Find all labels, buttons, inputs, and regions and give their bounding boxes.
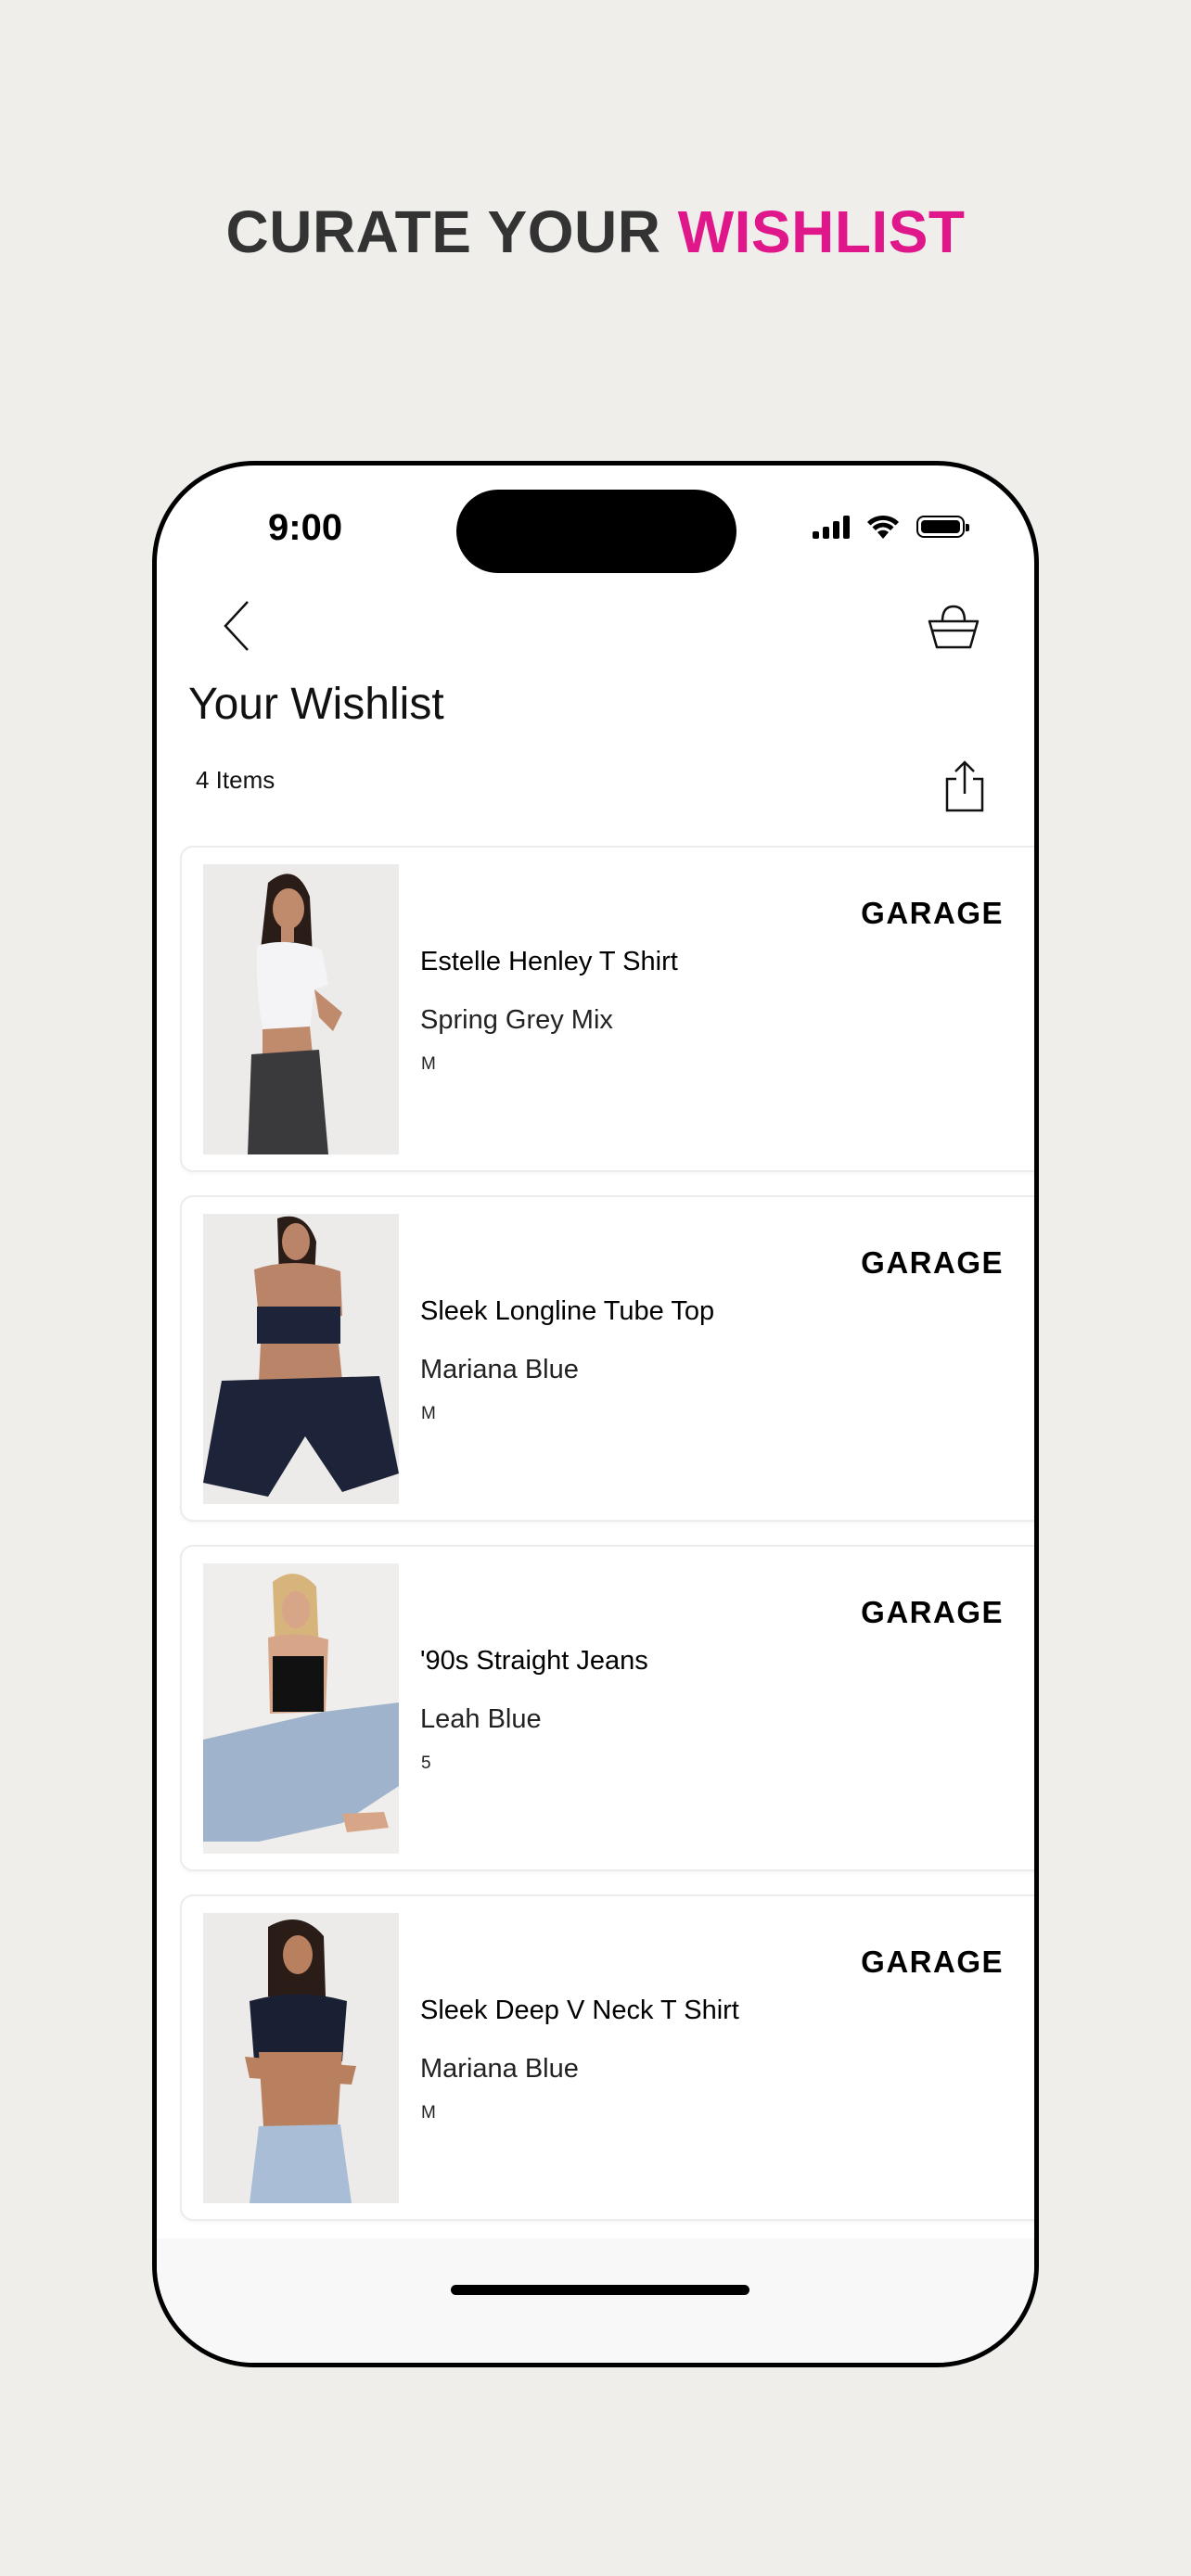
product-color: Spring Grey Mix [420,1005,613,1035]
shopping-bag-button[interactable] [926,603,981,651]
chevron-left-icon [224,601,249,651]
product-name: Sleek Deep V Neck T Shirt [420,1996,739,2025]
wishlist-item[interactable]: GARAGE Estelle Henley T Shirt Spring Gre… [180,846,1034,1172]
product-color: Mariana Blue [420,1355,579,1384]
dynamic-island [456,490,736,573]
share-button[interactable] [943,759,986,814]
wishlist-item[interactable]: GARAGE Sleek Deep V Neck T Shirt Mariana… [180,1894,1034,2221]
wifi-icon [867,515,899,539]
home-indicator[interactable] [451,2285,749,2295]
share-icon [945,760,984,812]
brand-name: GARAGE [861,1595,1004,1629]
item-count: 4 Items [196,766,275,794]
wishlist-item[interactable]: GARAGE '90s Straight Jeans Leah Blue 5 [180,1545,1034,1871]
product-image [203,1563,399,1854]
product-size: M [421,1404,436,1423]
phone-frame: 9:00 Your Wishlist 4 Items GARAGE Estell… [152,461,1039,2367]
product-image [203,864,399,1154]
brand-name: GARAGE [861,896,1004,930]
product-size: M [421,1054,436,1074]
product-name: '90s Straight Jeans [420,1646,648,1676]
product-image [203,1913,399,2203]
product-size: M [421,2103,436,2123]
status-icons [813,514,969,540]
shopping-bag-icon [928,605,980,649]
wishlist-item[interactable]: GARAGE Sleek Longline Tube Top Mariana B… [180,1195,1034,1522]
product-name: Sleek Longline Tube Top [420,1296,715,1326]
brand-name: GARAGE [861,1245,1004,1280]
back-button[interactable] [220,598,257,654]
product-image [203,1214,399,1504]
headline-text: CURATE YOUR [225,198,678,265]
page-title: Your Wishlist [188,680,444,729]
product-name: Estelle Henley T Shirt [420,947,678,976]
bottom-area [157,2238,1034,2363]
promo-headline: CURATE YOUR WISHLIST [0,195,1191,269]
signal-icon [813,515,850,539]
headline-accent-text: WISHLIST [677,198,966,265]
product-color: Mariana Blue [420,2054,579,2084]
brand-name: GARAGE [861,1945,1004,1979]
battery-icon [916,516,969,538]
status-time: 9:00 [268,507,343,548]
product-color: Leah Blue [420,1704,542,1734]
product-size: 5 [421,1753,431,1773]
